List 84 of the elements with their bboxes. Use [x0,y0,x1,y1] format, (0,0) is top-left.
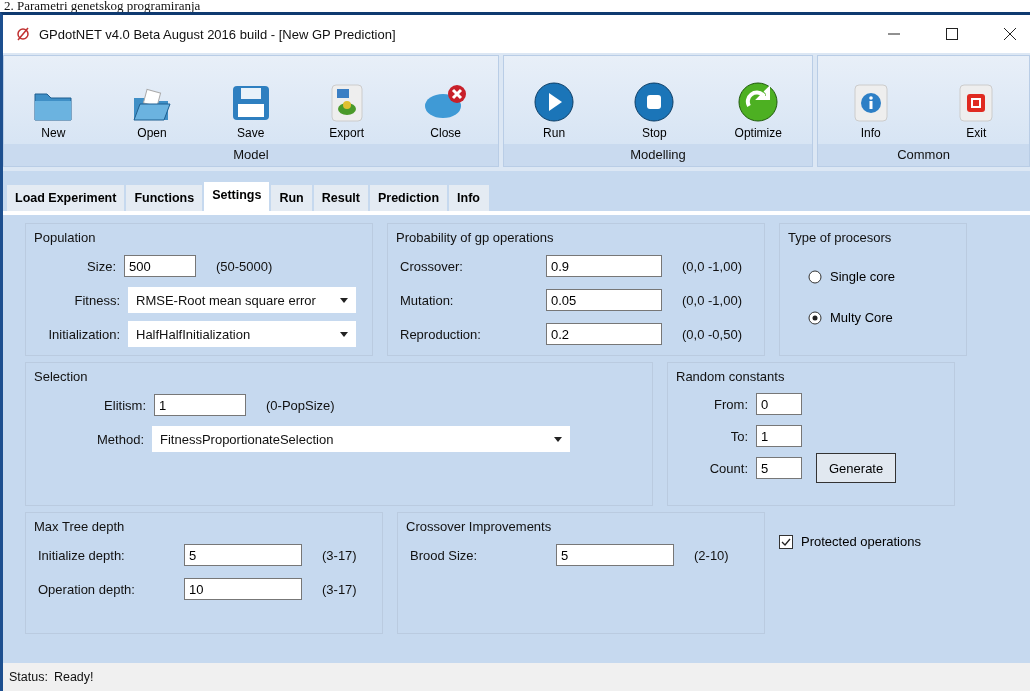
tab[interactable]: Run [271,185,312,211]
input-field[interactable]: 0.05 [546,289,662,311]
caret-icon [554,436,562,442]
info-icon [853,84,888,122]
input-field[interactable]: 0 [756,393,802,415]
ribbon-button[interactable]: Exit [955,84,998,140]
input-field[interactable]: 5 [184,544,302,566]
field-label: Size: [86,258,116,274]
ribbon-button[interactable]: Stop [630,82,679,140]
range-hint: (0,0 -1,00) [682,292,742,308]
range-hint: (3-17) [322,547,357,563]
range-hint: (0-PopSize) [266,397,335,413]
status-label: Status: [9,670,48,684]
group-label: Modelling [504,144,812,166]
close-icon[interactable] [1004,28,1016,40]
ribbon-button[interactable]: New [29,88,78,140]
input-field[interactable]: 0.2 [546,323,662,345]
group-label: Common [818,144,1029,166]
panel-title: Population [34,230,97,245]
tab[interactable]: Functions [126,185,203,211]
field-label: Crossover: [399,258,464,274]
stop-icon [634,82,675,122]
panel-title: Max Tree depth [34,519,126,534]
folder-icon [132,88,172,122]
field-label: Mutation: [399,292,455,308]
panel-title: Random constants [676,369,786,384]
app-logo-icon [15,26,31,42]
range-hint: (0,0 -1,00) [682,258,742,274]
input-field[interactable]: 5 [556,544,674,566]
tab[interactable]: Settings [204,182,270,211]
caret-icon [340,297,348,303]
ribbon-button[interactable]: Run [530,82,579,140]
tab[interactable]: Load Experiment [7,185,125,211]
field-label: Elitism: [103,397,146,413]
radio-option[interactable]: Multy Core [808,310,958,325]
range-hint: (3-17) [322,581,357,597]
panel-title: Type of procesors [788,230,893,245]
protected-operations-checkbox[interactable]: Protected operations [779,534,921,549]
field-label: Count: [708,460,748,476]
input-field[interactable]: 10 [184,578,302,600]
group-label: Model [4,144,498,166]
input-field[interactable]: 5 [756,457,802,479]
field-label: Initialize depth: [37,547,126,563]
exit-icon [959,84,994,122]
range-hint: (50-5000) [216,258,273,274]
field-label: Reproduction: [399,326,482,342]
radio-option[interactable]: Single core [808,269,958,284]
caret-icon [340,331,348,337]
ribbon-button[interactable]: Open [128,88,176,140]
field-label: From: [713,396,748,412]
range-hint: (2-10) [694,547,729,563]
export-icon [330,84,363,122]
ribbon-button[interactable]: Export [325,84,368,140]
input-field[interactable]: 0.9 [546,255,662,277]
ribbon-button[interactable]: Close [418,84,473,140]
input-field[interactable]: 500 [124,255,196,277]
panel-title: Selection [34,369,89,384]
field-label: Operation depth: [37,581,136,597]
field-label: Initialization: [47,326,120,342]
play-icon [534,82,575,122]
generate-button[interactable]: Generate [816,453,897,483]
status-text: Ready! [53,670,94,684]
dropdown[interactable]: FitnessProportionateSelection [152,426,570,452]
range-hint: (0,0 -0,50) [682,326,742,342]
refresh-icon [738,82,779,122]
ribbon-button[interactable]: Optimize [730,82,786,140]
input-field[interactable]: 1 [756,425,802,447]
panel-title: Probability of gp operations [396,230,555,245]
dropdown[interactable]: HalfHalfInitialization [128,321,356,347]
ribbon-button[interactable]: Info [849,84,892,140]
ribbon-button[interactable]: Save [226,84,275,140]
field-label: Brood Size: [409,547,479,563]
panel-title: Crossover Improvements [406,519,553,534]
dropdown[interactable]: RMSE-Root mean square error [128,287,356,313]
tab[interactable]: Info [449,185,490,211]
tab[interactable]: Prediction [369,185,448,211]
field-label: Fitness: [73,292,120,308]
maximize-icon[interactable] [946,28,958,40]
input-field[interactable]: 1 [154,394,246,416]
field-label: To: [729,428,748,444]
document-caption: 2. Parametri genetskog programiranja [3,0,202,12]
tab[interactable]: Result [313,185,368,211]
window-title: GPdotNET v4.0 Beta August 2016 build - [New GP Prediction] [39,26,396,42]
field-label: Method: [96,431,144,447]
